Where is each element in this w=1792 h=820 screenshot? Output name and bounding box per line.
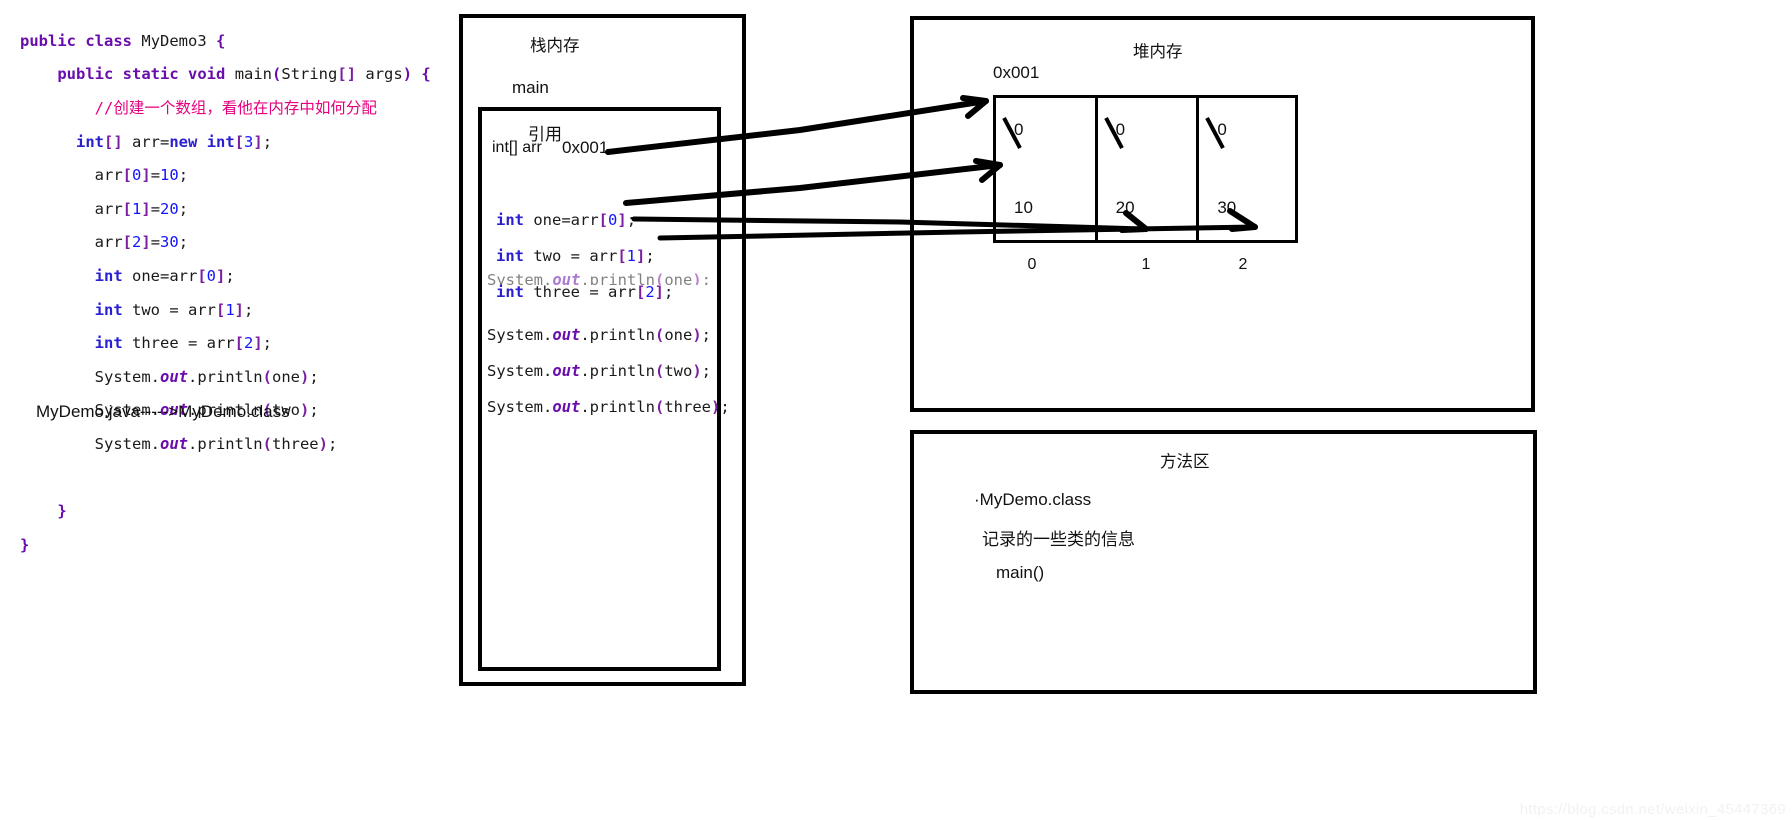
arrow-arr-to-heap — [605, 95, 989, 155]
arrow-two-to-cell1 — [631, 210, 1149, 233]
arrow-one-to-cell0 — [623, 158, 1003, 206]
diagram-canvas: public class MyDemo3 { public static voi… — [0, 0, 1792, 820]
reference-arrows — [605, 95, 1258, 241]
watermark: https://blog.csdn.net/weixin_45447369 — [1519, 801, 1786, 818]
